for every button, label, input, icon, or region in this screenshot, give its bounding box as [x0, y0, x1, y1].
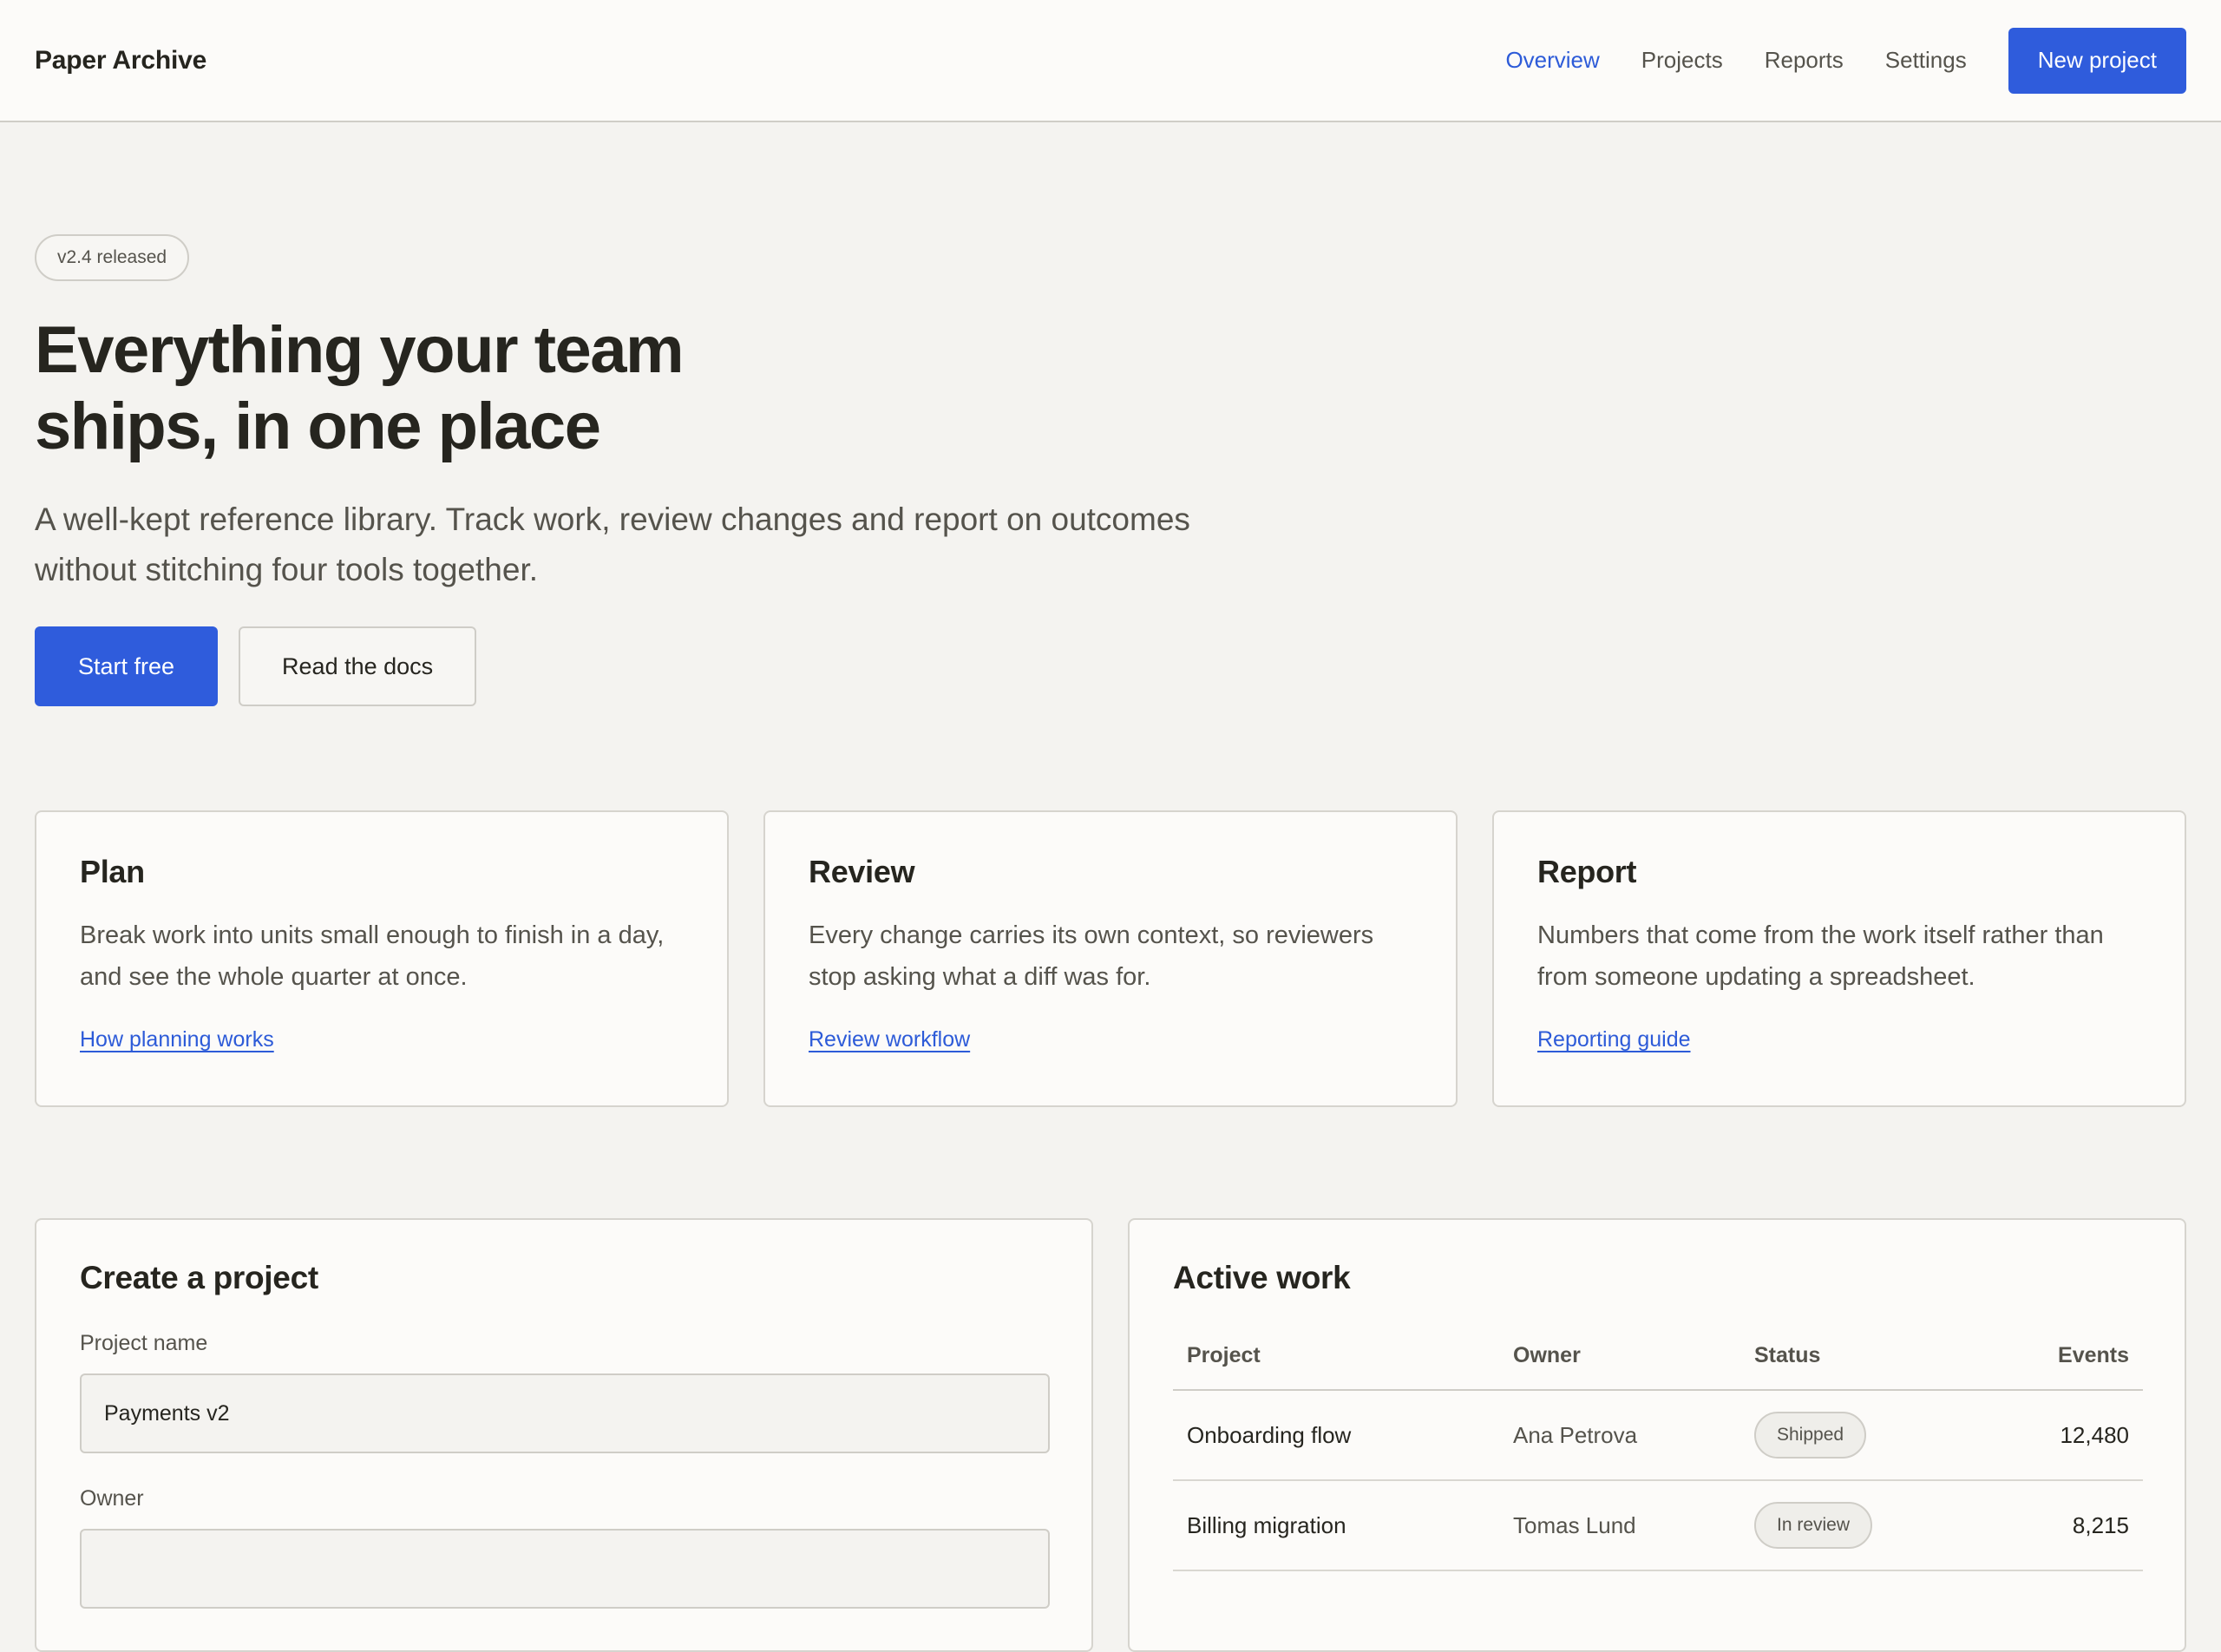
how-planning-works-link[interactable]: How planning works	[80, 1027, 274, 1052]
review-workflow-link[interactable]: Review workflow	[809, 1027, 970, 1052]
feature-title: Plan	[80, 854, 145, 889]
nav-reports[interactable]: Reports	[1765, 47, 1844, 74]
feature-card-plan: Plan Break work into units small enough …	[35, 810, 729, 1107]
project-name-input[interactable]	[80, 1373, 1050, 1453]
read-docs-button[interactable]: Read the docs	[239, 626, 477, 706]
create-project-title: Create a project	[80, 1260, 318, 1295]
table-row[interactable]: Onboarding flow Ana Petrova Shipped 12,4…	[1173, 1390, 2143, 1481]
hero-actions: Start free Read the docs	[35, 626, 1336, 706]
table-header-row: Project Owner Status Events	[1173, 1343, 2143, 1391]
project-cell: Onboarding flow	[1173, 1390, 1499, 1481]
active-work-table: Project Owner Status Events Onboarding f…	[1173, 1343, 2143, 1571]
brand-name[interactable]: Paper Archive	[35, 46, 206, 75]
hero-subline: A well-kept reference library. Track wor…	[35, 502, 1190, 587]
feature-card-review: Review Every change carries its own cont…	[763, 810, 1458, 1107]
status-cell: In review	[1740, 1480, 1982, 1571]
feature-card-report: Report Numbers that come from the work i…	[1492, 810, 2186, 1107]
status-badge: In review	[1754, 1502, 1873, 1549]
events-cell: 12,480	[1982, 1390, 2143, 1481]
feature-description: Every change carries its own context, so…	[809, 921, 1374, 991]
nav-projects[interactable]: Projects	[1641, 47, 1723, 74]
project-cell: Billing migration	[1173, 1480, 1499, 1571]
new-project-button[interactable]: New project	[2008, 27, 2186, 94]
owner-cell: Ana Petrova	[1499, 1390, 1740, 1481]
column-header-project[interactable]: Project	[1173, 1343, 1499, 1391]
feature-description: Break work into units small enough to fi…	[80, 921, 665, 991]
hero-headline: Everything your team ships, in one place	[35, 313, 685, 463]
active-work-panel: Active work Project Owner Status Events …	[1128, 1218, 2186, 1652]
feature-description: Numbers that come from the work itself r…	[1537, 921, 2104, 991]
nav-settings[interactable]: Settings	[1885, 47, 1967, 74]
owner-cell: Tomas Lund	[1499, 1480, 1740, 1571]
column-header-owner[interactable]: Owner	[1499, 1343, 1740, 1391]
table-row[interactable]: Billing migration Tomas Lund In review 8…	[1173, 1480, 2143, 1571]
events-cell: 8,215	[1982, 1480, 2143, 1571]
status-badge: Shipped	[1754, 1412, 1867, 1459]
main-nav: Overview Projects Reports Settings New p…	[1464, 27, 2186, 94]
release-badge: v2.4 released	[35, 234, 190, 281]
nav-overview[interactable]: Overview	[1505, 47, 1599, 74]
column-header-status[interactable]: Status	[1740, 1343, 1982, 1391]
create-project-panel: Create a project Project name Owner	[35, 1218, 1093, 1652]
active-work-title: Active work	[1173, 1260, 1351, 1295]
start-free-button[interactable]: Start free	[35, 626, 219, 706]
feature-title: Report	[1537, 854, 1637, 889]
status-cell: Shipped	[1740, 1390, 1982, 1481]
reporting-guide-link[interactable]: Reporting guide	[1537, 1027, 1691, 1052]
column-header-events[interactable]: Events	[1982, 1343, 2143, 1391]
owner-label: Owner	[80, 1486, 144, 1511]
top-navigation-bar: Paper Archive Overview Projects Reports …	[0, 0, 2221, 122]
project-name-label: Project name	[80, 1331, 208, 1355]
owner-input[interactable]	[80, 1529, 1050, 1609]
feature-cards: Plan Break work into units small enough …	[35, 810, 2186, 1107]
feature-title: Review	[809, 854, 915, 889]
hero-section: v2.4 released Everything your team ships…	[35, 234, 1336, 706]
